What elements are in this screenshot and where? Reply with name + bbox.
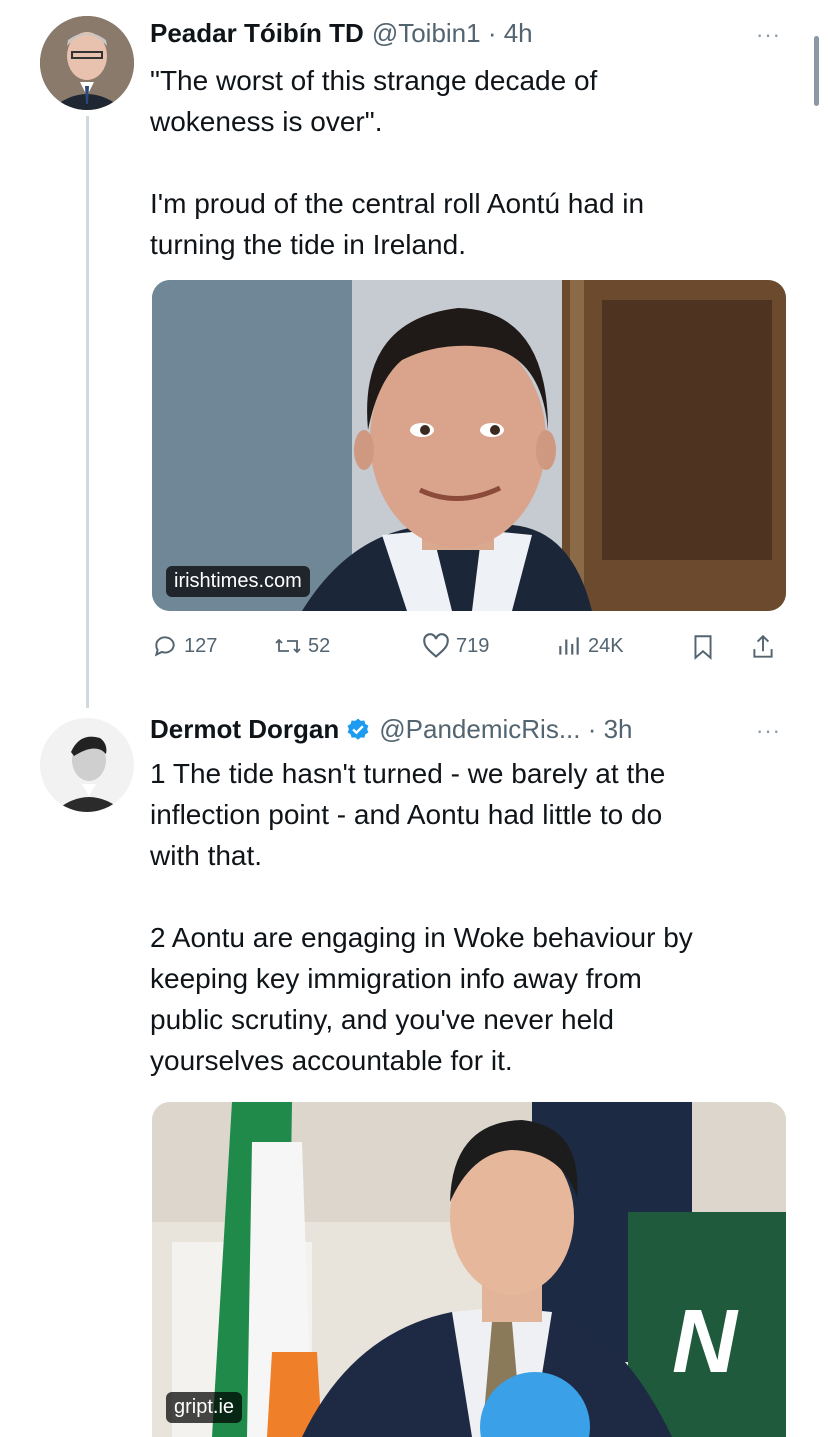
text-line: 1 The tide hasn't turned - we barely at … — [150, 758, 666, 789]
share-icon — [753, 634, 773, 658]
text-line: inflection point - and Aontu had little … — [150, 799, 663, 830]
bookmark-icon — [694, 635, 712, 660]
like-button[interactable]: 719 — [422, 633, 489, 659]
tweet-header: Dermot Dorgan @PandemicRis... · 3h — [150, 714, 633, 745]
author-handle-time[interactable]: @Toibin1 · 4h — [372, 18, 533, 49]
thread-line — [86, 116, 89, 708]
like-count: 719 — [456, 634, 490, 657]
link-card-image[interactable]: irishtimes.com — [152, 280, 786, 611]
tweet-header: Peadar Tóibín TD @Toibin1 · 4h — [150, 18, 533, 49]
more-options-icon[interactable]: ··· — [756, 718, 781, 744]
author-avatar[interactable] — [40, 718, 134, 812]
views-button[interactable]: 24K — [556, 633, 624, 659]
news-photo: N — [152, 1102, 786, 1437]
svg-text:N: N — [672, 1292, 739, 1392]
more-options-icon[interactable]: ··· — [756, 22, 781, 48]
link-card-image[interactable]: N gript.ie — [152, 1102, 786, 1437]
heart-icon — [423, 633, 449, 658]
action-bar: 127 52 719 24K — [152, 633, 786, 667]
link-domain: gript.ie — [166, 1392, 243, 1423]
reply-icon — [154, 636, 175, 657]
author-name[interactable]: Dermot Dorgan — [150, 714, 339, 745]
repost-button[interactable]: 52 — [274, 633, 330, 659]
link-domain: irishtimes.com — [166, 566, 310, 597]
bookmark-button[interactable] — [690, 633, 722, 661]
text-line: turning the tide in Ireland. — [150, 229, 466, 260]
repost-count: 52 — [308, 634, 331, 657]
verified-badge-icon — [347, 718, 369, 740]
tweet-text: "The worst of this strange decade of wok… — [150, 60, 770, 265]
view-count: 24K — [588, 634, 624, 657]
avatar-photo — [40, 16, 134, 110]
avatar-photo — [40, 718, 134, 812]
text-line: with that. — [150, 840, 263, 871]
repost-icon — [275, 638, 301, 654]
reply-button[interactable]: 127 — [152, 633, 217, 659]
text-line: yourselves accountable for it. — [150, 1045, 513, 1076]
text-line: "The worst of this strange decade of — [150, 65, 598, 96]
reply-count: 127 — [184, 634, 218, 657]
text-line: 2 Aontu are engaging in Woke behaviour b… — [150, 922, 693, 953]
text-line: I'm proud of the central roll Aontú had … — [150, 188, 645, 219]
text-line: keeping key immigration info away from — [150, 963, 642, 994]
scrollbar[interactable] — [814, 36, 819, 106]
author-handle-time[interactable]: @PandemicRis... · 3h — [379, 714, 632, 745]
tweet-text: 1 The tide hasn't turned - we barely at … — [150, 753, 770, 1081]
author-avatar[interactable] — [40, 16, 134, 110]
views-chart-icon — [559, 637, 579, 655]
news-photo — [152, 280, 786, 611]
author-name[interactable]: Peadar Tóibín TD — [150, 18, 364, 49]
share-button[interactable] — [750, 633, 782, 661]
text-line: wokeness is over". — [150, 106, 383, 137]
text-line: public scrutiny, and you've never held — [150, 1004, 614, 1035]
